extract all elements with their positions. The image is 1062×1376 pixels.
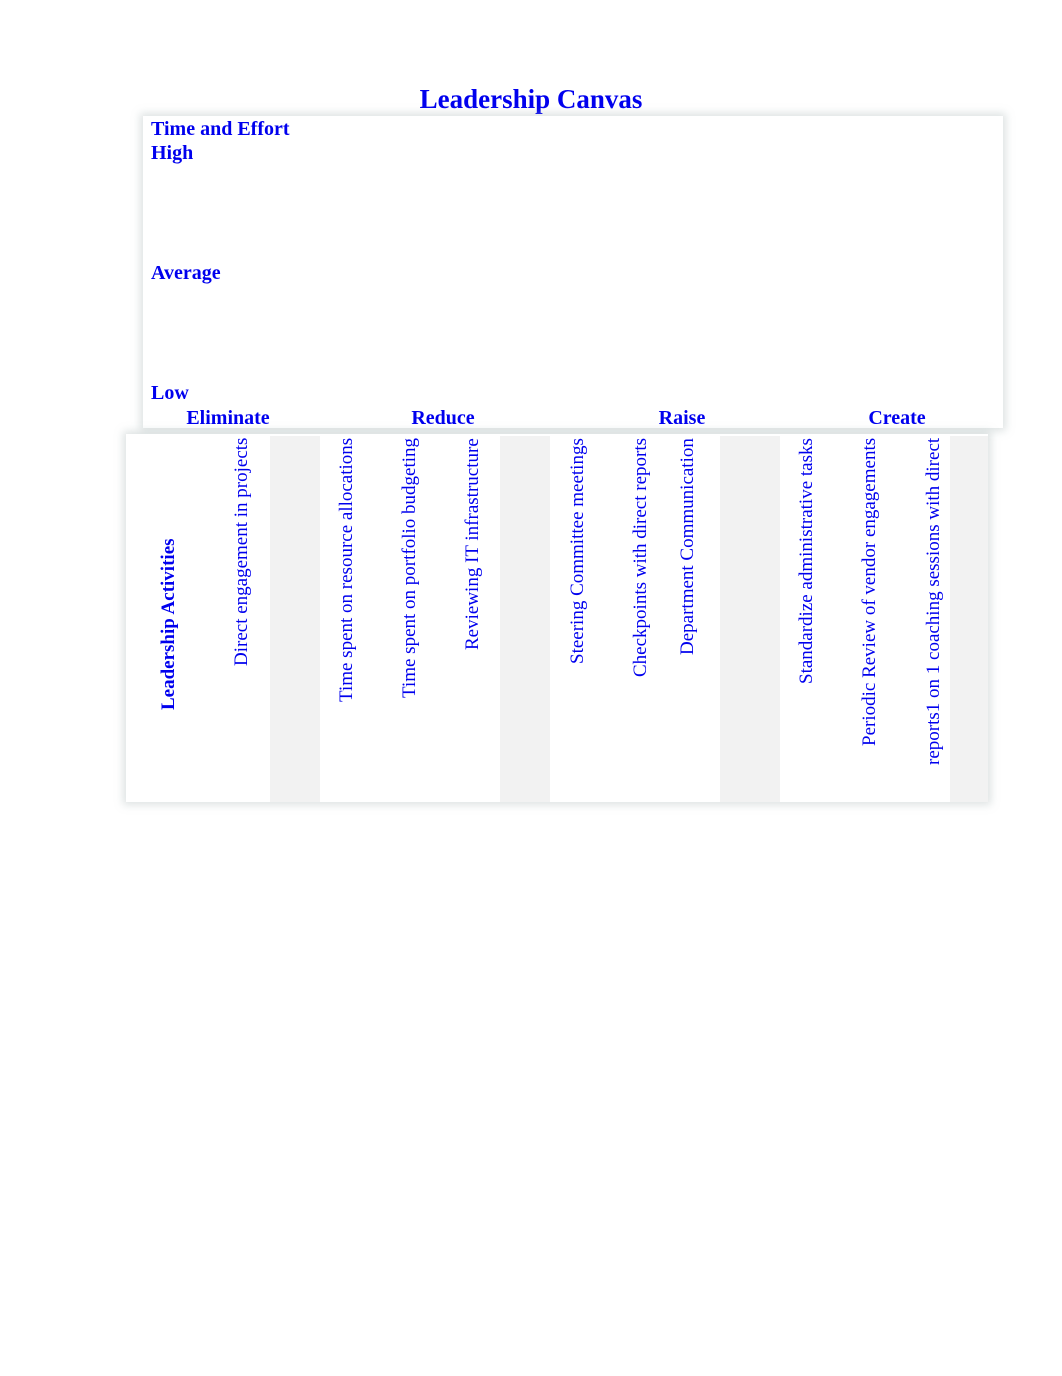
time-effort-frame	[143, 116, 1003, 428]
activity-item: Time spent on resource allocations	[336, 438, 357, 703]
axis-high: High	[151, 142, 194, 164]
activity-item: Steering Committee meetings	[567, 438, 588, 664]
column-divider	[500, 436, 550, 802]
activity-item: Time spent on portfolio budgeting	[399, 438, 420, 699]
category-create: Create	[868, 407, 926, 429]
column-divider	[720, 436, 780, 802]
activity-item: Department Communication	[677, 438, 698, 655]
activity-item: Checkpoints with direct reports	[630, 438, 651, 678]
category-reduce: Reduce	[411, 407, 475, 429]
axis-average: Average	[151, 262, 221, 284]
page-title: Leadership Canvas	[419, 84, 643, 114]
page: Leadership Canvas Time and Effort High A…	[0, 0, 1062, 1376]
category-raise: Raise	[658, 407, 706, 429]
activity-item: Direct engagement in projects	[231, 438, 252, 667]
row-label: Leadership Activities	[158, 538, 179, 710]
activity-item: reports1 on 1 coaching sessions with dir…	[923, 438, 944, 766]
column-divider	[270, 436, 320, 802]
column-divider	[950, 436, 988, 802]
activity-item: Standardize administrative tasks	[796, 438, 817, 684]
activity-item: Periodic Review of vendor engagements	[859, 438, 880, 747]
category-eliminate: Eliminate	[186, 407, 270, 429]
axis-heading: Time and Effort	[151, 118, 290, 140]
axis-low: Low	[151, 382, 189, 404]
activity-item: Reviewing IT infrastructure	[462, 438, 483, 650]
